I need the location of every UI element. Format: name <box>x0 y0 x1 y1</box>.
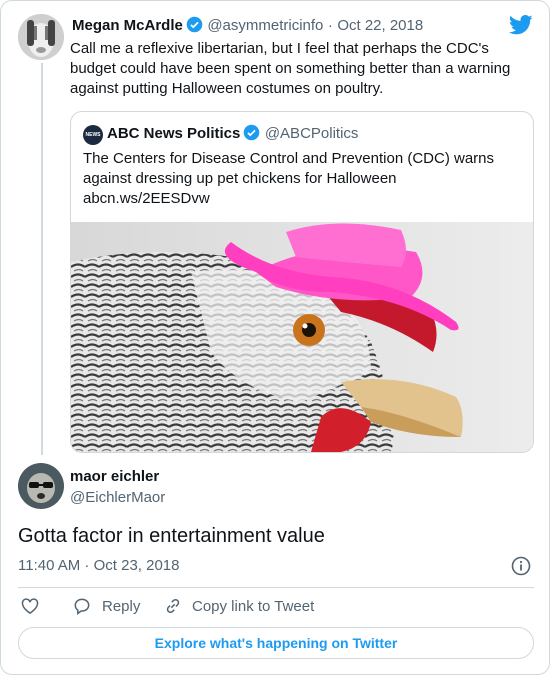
quoted-author-handle[interactable]: @ABCPolitics <box>265 125 359 142</box>
reply-author-handle[interactable]: @EichlerMaor <box>70 489 165 506</box>
author-name[interactable]: Megan McArdle <box>72 17 183 34</box>
reply-timestamp[interactable]: 11:40 AM · Oct 23, 2018 <box>18 557 179 574</box>
quoted-author-name[interactable]: ABC News Politics <box>107 125 240 142</box>
twitter-bird-icon[interactable] <box>509 15 533 35</box>
tweet-date[interactable]: Oct 22, 2018 <box>337 17 423 34</box>
verified-badge-icon <box>244 124 260 141</box>
verified-badge-icon <box>186 16 203 33</box>
quoted-tweet[interactable]: NEWS ABC News Politics @ABCPolitics The … <box>70 111 534 453</box>
divider <box>18 587 534 588</box>
tweet-text-line: against putting Halloween costumes on po… <box>70 80 384 97</box>
copy-link-label: Copy link to Tweet <box>192 597 315 615</box>
link-icon <box>166 598 180 614</box>
reply-icon <box>74 598 90 615</box>
megan-avatar[interactable] <box>18 14 64 60</box>
chicken-pink-hat-photo[interactable] <box>71 222 533 452</box>
explore-twitter-button[interactable]: Explore what's happening on Twitter <box>18 627 534 659</box>
like-button[interactable] <box>20 596 40 616</box>
quoted-text-line: against dressing up pet chickens for Hal… <box>83 170 397 187</box>
quoted-link[interactable]: abcn.ws/2EESDvw <box>83 189 523 209</box>
face-with-hands-picture <box>18 14 64 60</box>
reply-text: Gotta factor in entertainment value <box>18 525 325 547</box>
maor-avatar[interactable] <box>18 463 64 509</box>
reply-author-name[interactable]: maor eichler <box>70 468 159 485</box>
abc-news-avatar: NEWS <box>83 125 103 145</box>
abc-logo-text: NEWS <box>85 132 101 138</box>
tweet-embed-card: Megan McArdle @asymmetricinfo · Oct 22, … <box>0 0 550 675</box>
thread-connector-line <box>41 63 43 455</box>
tweet-text-line: Call me a reflexive libertarian, but I f… <box>70 40 489 57</box>
quoted-text-line: The Centers for Disease Control and Prev… <box>83 150 494 167</box>
dot-separator: · <box>327 17 333 34</box>
author-handle[interactable]: @asymmetricinfo <box>207 17 323 34</box>
quoted-text: The Centers for Disease Control and Prev… <box>83 149 523 209</box>
explore-label: Explore what's happening on Twitter <box>154 635 398 651</box>
reply-label: Reply <box>102 597 141 615</box>
dog-with-sunglasses-picture <box>18 463 64 509</box>
copy-link-button[interactable]: Copy link to Tweet <box>163 596 314 616</box>
tweet-text-line: budget could have been spent on somethin… <box>70 60 511 77</box>
info-icon[interactable] <box>511 556 531 576</box>
heart-icon <box>21 598 39 614</box>
tweet-text: Call me a reflexive libertarian, but I f… <box>70 39 530 99</box>
reply-button[interactable]: Reply <box>72 596 140 616</box>
